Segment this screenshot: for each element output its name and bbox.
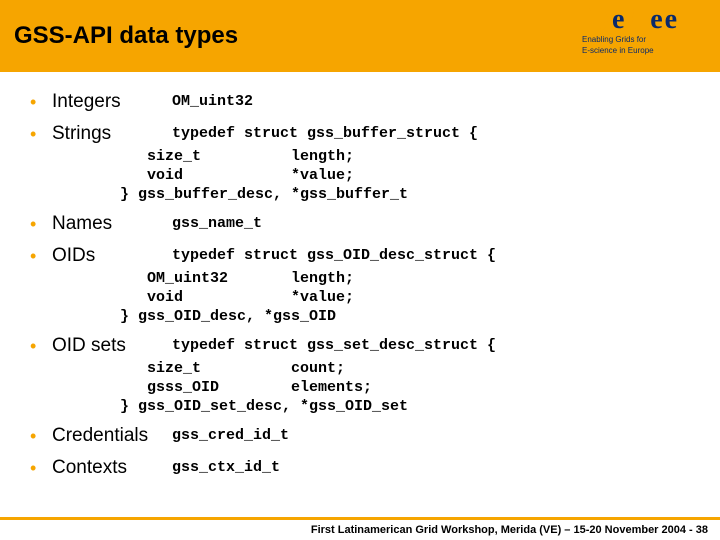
- logo-mark: e G e e: [582, 6, 677, 34]
- item-code: OM_uint32: [172, 90, 253, 112]
- logo-letter: e: [650, 6, 662, 34]
- item-integers: • Integers OM_uint32: [30, 90, 700, 114]
- item-credentials: • Credentials gss_cred_id_t: [30, 424, 700, 448]
- item-label: Names: [52, 212, 172, 236]
- slide: GSS-API data types e G e e Enabling Grid…: [0, 0, 720, 540]
- item-oidsets: • OID sets typedef struct gss_set_desc_s…: [30, 334, 700, 416]
- code-block: size_t length; void *value; } gss_buffer…: [102, 147, 700, 204]
- item-code: gss_cred_id_t: [172, 424, 289, 446]
- item-code: gss_ctx_id_t: [172, 456, 280, 478]
- footer-text: First Latinamerican Grid Workshop, Merid…: [311, 524, 708, 536]
- slide-body: • Integers OM_uint32 • Strings typedef s…: [0, 72, 720, 480]
- bullet-icon: •: [30, 244, 52, 268]
- code-block: OM_uint32 length; void *value; } gss_OID…: [102, 269, 700, 326]
- item-code: typedef struct gss_buffer_struct {: [172, 122, 478, 144]
- item-label: OID sets: [52, 334, 172, 358]
- item-contexts: • Contexts gss_ctx_id_t: [30, 456, 700, 480]
- code-block: size_t count; gsss_OID elements; } gss_O…: [102, 359, 700, 416]
- logo-letter: G: [626, 6, 648, 34]
- bullet-icon: •: [30, 334, 52, 358]
- item-code: typedef struct gss_set_desc_struct {: [172, 334, 496, 356]
- slide-title: GSS-API data types: [14, 22, 238, 50]
- item-label: Credentials: [52, 424, 172, 448]
- footer-bar: [0, 517, 720, 520]
- swirl-icon: [578, 3, 611, 36]
- logo-tagline: Enabling Grids for: [582, 36, 646, 45]
- bullet-icon: •: [30, 212, 52, 236]
- bullet-icon: •: [30, 424, 52, 448]
- item-code: typedef struct gss_OID_desc_struct {: [172, 244, 496, 266]
- item-oids: • OIDs typedef struct gss_OID_desc_struc…: [30, 244, 700, 326]
- item-label: Strings: [52, 122, 172, 146]
- item-label: Integers: [52, 90, 172, 114]
- logo-tagline: E-science in Europe: [582, 47, 654, 56]
- bullet-icon: •: [30, 122, 52, 146]
- item-strings: • Strings typedef struct gss_buffer_stru…: [30, 122, 700, 204]
- logo-letter: e: [612, 6, 624, 34]
- item-names: • Names gss_name_t: [30, 212, 700, 236]
- item-code: gss_name_t: [172, 212, 262, 234]
- bullet-icon: •: [30, 456, 52, 480]
- bullet-icon: •: [30, 90, 52, 114]
- logo: e G e e Enabling Grids for E-science in …: [582, 6, 710, 74]
- item-label: Contexts: [52, 456, 172, 480]
- item-label: OIDs: [52, 244, 172, 268]
- logo-letter: e: [665, 6, 677, 34]
